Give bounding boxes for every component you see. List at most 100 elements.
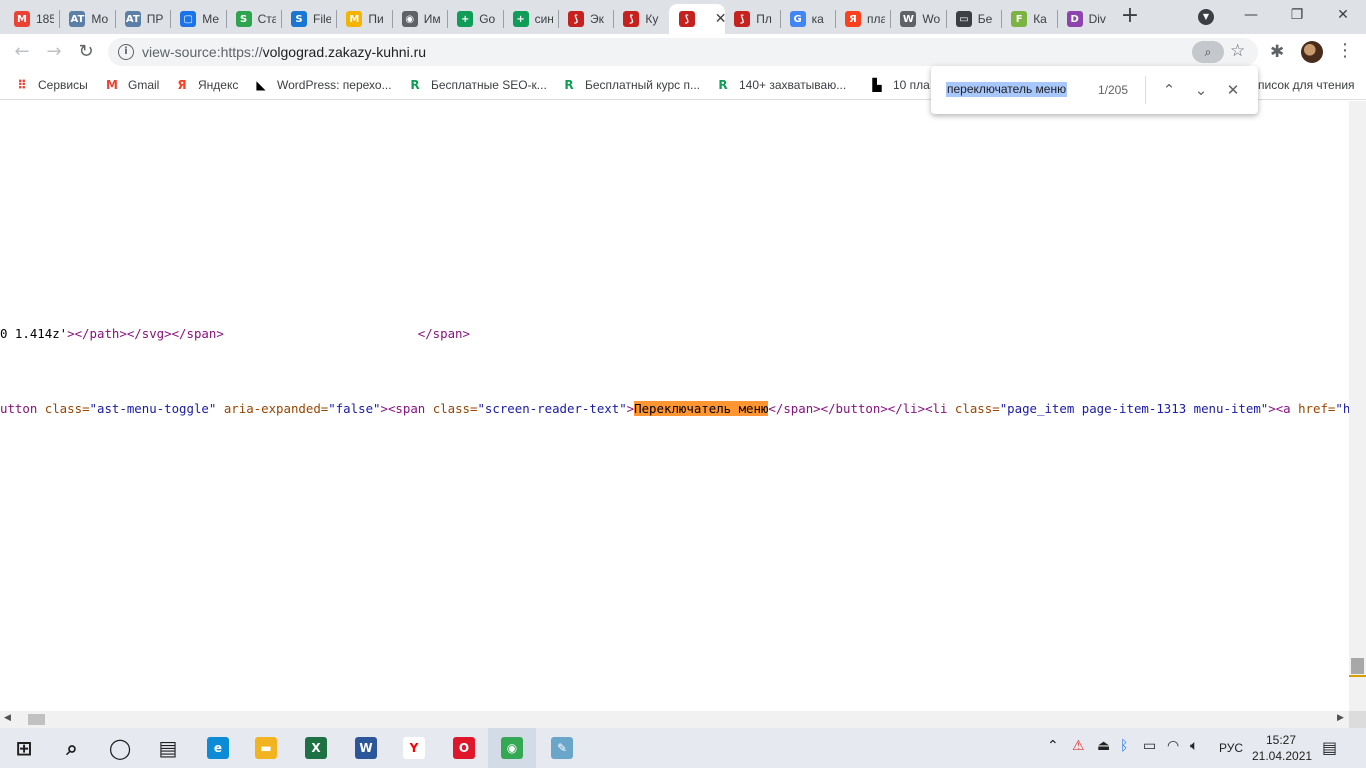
back-button[interactable]: ← <box>10 40 34 64</box>
tab-title: Им <box>423 12 441 26</box>
profile-avatar[interactable] <box>1301 41 1323 63</box>
show-hidden-icons-chevron-icon[interactable]: ⌃ <box>1047 738 1059 754</box>
browser-tab[interactable]: + син <box>503 4 558 34</box>
taskbar-button[interactable]: ▬ <box>242 728 290 768</box>
source-tag: </span> <box>223 326 470 341</box>
usb-tray-icon[interactable]: ⏏ <box>1097 738 1110 754</box>
tab-title: Бе <box>977 12 993 26</box>
bookmark-star-icon[interactable]: ☆ <box>1230 41 1245 61</box>
browser-tab[interactable]: S Ста <box>226 4 281 34</box>
source-attr: class= <box>954 401 1000 416</box>
building-icon: ▙ <box>872 78 882 92</box>
bluetooth-tray-icon[interactable]: ᛒ <box>1120 738 1128 754</box>
browser-tab[interactable]: Япла <box>835 4 890 34</box>
horizontal-scroll-thumb[interactable] <box>28 714 45 725</box>
find-in-page-icon[interactable]: ⌕ <box>1192 41 1224 63</box>
vertical-scroll-thumb[interactable] <box>1351 658 1364 674</box>
site-info-icon[interactable]: i <box>118 44 134 60</box>
taskbar-button[interactable]: ◯ <box>96 728 144 768</box>
taskbar-button[interactable]: ⊞ <box>0 728 48 768</box>
bookmark-item[interactable]: писок для чтения <box>1258 76 1355 94</box>
browser-tab[interactable]: M 185 <box>4 4 59 34</box>
taskbar-button[interactable]: ✎ <box>538 728 586 768</box>
browser-tab[interactable]: Gка <box>780 4 835 34</box>
bookmark-item[interactable]: ⠿ Сервисы <box>14 76 87 94</box>
scroll-left-arrow-icon[interactable]: ◀ <box>4 713 11 723</box>
browser-tab[interactable]: ▭ Бе <box>946 4 1001 34</box>
browser-tab[interactable]: ⟆ Ку <box>613 4 668 34</box>
red-feather-icon: ⟆ <box>678 11 695 27</box>
browser-tab[interactable]: M Пи <box>336 4 391 34</box>
bookmark-item[interactable]: ▙ 10 пла <box>869 76 929 94</box>
tab-title: Div <box>1088 12 1106 26</box>
source-tag: utton <box>0 401 45 416</box>
restore-button[interactable]: ❐ <box>1274 0 1320 30</box>
forward-button[interactable]: → <box>42 40 66 64</box>
source-line: utton class="ast-menu-toggle" aria-expan… <box>0 401 1349 416</box>
browser-tab[interactable]: ⟆ Пл <box>724 4 779 34</box>
notifications-icon[interactable]: ▤ <box>1322 738 1337 757</box>
google-icon: G <box>789 11 806 27</box>
system-clock[interactable]: 15:27 21.04.2021 <box>1252 732 1312 764</box>
cortana-icon: ◯ <box>108 736 132 760</box>
browser-tab[interactable]: F Ка <box>1001 4 1056 34</box>
wifi-tray-icon[interactable]: ◠ <box>1167 738 1179 754</box>
bookmark-item[interactable]: R Бесплатные SEO-к... <box>407 76 546 94</box>
r-logo-icon: R <box>410 78 420 92</box>
new-tab-button[interactable]: + <box>1118 5 1142 29</box>
bookmark-item[interactable]: R Бесплатный курс п... <box>561 76 700 94</box>
taskbar-button[interactable]: X <box>292 728 340 768</box>
horizontal-scrollbar[interactable]: ◀ ▶ <box>0 711 1349 728</box>
taskbar-button[interactable]: e <box>194 728 242 768</box>
browser-tab[interactable]: S File <box>281 4 336 34</box>
input-language-indicator[interactable]: РУС <box>1219 741 1243 755</box>
taskbar-button[interactable]: W <box>342 728 390 768</box>
taskbar-button[interactable]: Y <box>390 728 438 768</box>
browser-tab[interactable]: ◉ Им <box>392 4 447 34</box>
excel-icon: X <box>305 737 327 759</box>
tab-title: ПР <box>146 12 164 26</box>
url-text[interactable]: view-source:https://volgograd.zakazy-kuh… <box>142 44 426 60</box>
bookmark-item[interactable]: R 140+ захватываю... <box>715 76 846 94</box>
bookmark-item[interactable]: ◣ WordPress: перехо... <box>253 76 391 94</box>
more-menu-icon[interactable]: ⋮ <box>1336 40 1354 61</box>
bookmark-item[interactable]: M Gmail <box>104 76 159 94</box>
find-next-button[interactable]: ⌄ <box>1189 78 1213 102</box>
antivirus-tray-icon[interactable]: ⚠ <box>1072 738 1085 754</box>
extensions-puzzle-icon[interactable]: ✱ <box>1270 42 1284 62</box>
battery-tray-icon[interactable]: ▭ <box>1143 738 1156 754</box>
address-bar[interactable]: i view-source:https://volgograd.zakazy-k… <box>108 38 1258 66</box>
gmail-icon: M <box>14 11 30 27</box>
bookmark-label: Бесплатный курс п... <box>585 78 701 92</box>
minimize-button[interactable]: — <box>1228 0 1274 30</box>
taskbar-button[interactable]: ◉ <box>488 728 536 768</box>
taskbar-button[interactable]: ⌕ <box>48 728 96 768</box>
start-icon: ⊞ <box>15 736 33 760</box>
taskbar-button[interactable]: ▤ <box>144 728 192 768</box>
browser-tab[interactable]: ⟆ Эк <box>558 4 613 34</box>
bookmark-label: 140+ захватываю... <box>739 78 847 92</box>
reload-button[interactable]: ↻ <box>74 40 98 64</box>
taskbar-button[interactable]: O <box>440 728 488 768</box>
windows-taskbar: ⊞ ⌕ ◯ ▤ e ▬ X W Y O ◉ ✎ ⌃ ⚠ ⏏ ᛒ ▭ ◠ 🔈︎ РУС 15:27 21… <box>0 728 1366 768</box>
browser-tab[interactable]: AT Мо <box>59 4 114 34</box>
browser-tab[interactable]: AT ПР <box>115 4 170 34</box>
source-value: "false" <box>328 401 381 416</box>
volume-tray-icon[interactable]: 🔈︎ <box>1190 738 1198 754</box>
browser-tab[interactable]: W Wo <box>890 4 945 34</box>
tab-search-icon[interactable]: ▼ <box>1198 9 1214 25</box>
bookmark-item[interactable]: Я Яндекс <box>174 76 238 94</box>
source-tag: ><span <box>380 401 433 416</box>
find-close-button[interactable]: ✕ <box>1221 78 1245 102</box>
find-previous-button[interactable]: ⌃ <box>1157 78 1181 102</box>
browser-tab[interactable]: + Go <box>447 4 502 34</box>
stat-icon: S <box>235 11 252 27</box>
scroll-right-arrow-icon[interactable]: ▶ <box>1337 713 1344 723</box>
browser-tab[interactable]: ▢ Ме <box>170 4 225 34</box>
vertical-scrollbar[interactable] <box>1349 101 1366 711</box>
browser-tab[interactable]: D Div <box>1057 4 1112 34</box>
find-input[interactable]: переключатель меню <box>946 82 1068 97</box>
browser-tab[interactable]: ⟆ ✕ <box>668 4 725 34</box>
chrome-icon: ◉ <box>501 737 523 759</box>
close-window-button[interactable]: ✕ <box>1320 0 1366 30</box>
